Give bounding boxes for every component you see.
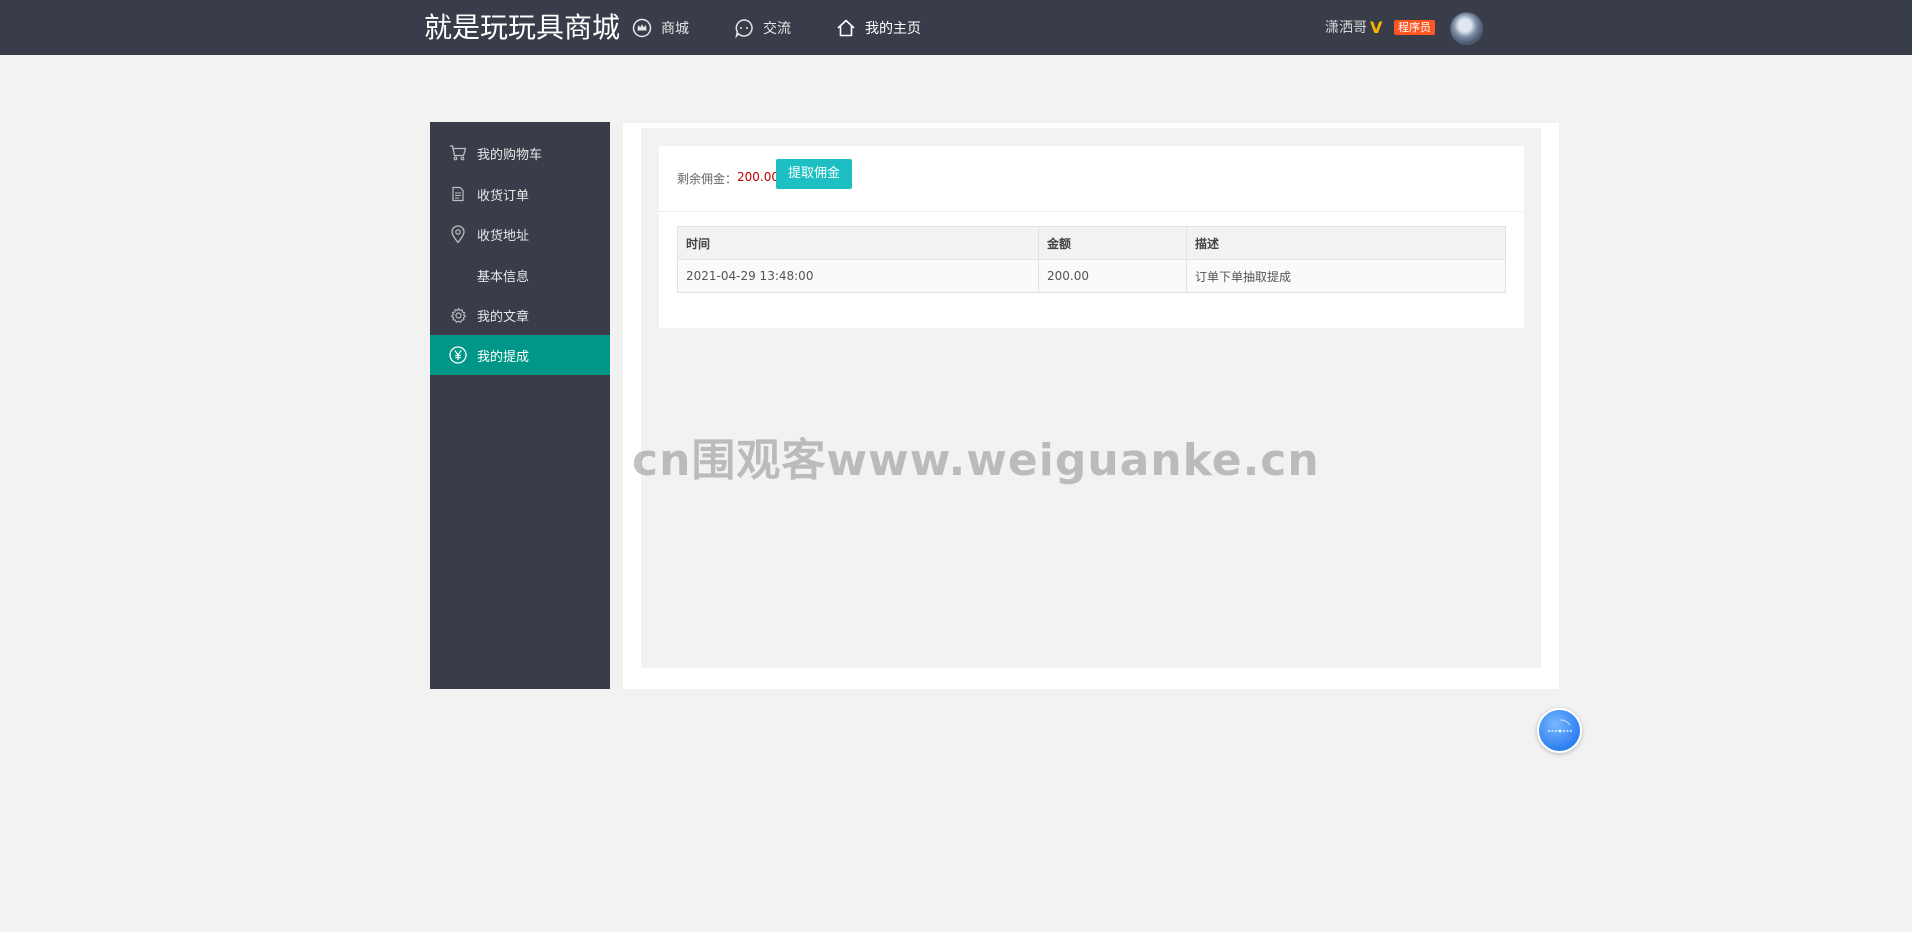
- sidebar-item-label: 我的文章: [477, 309, 530, 325]
- document-icon: [447, 183, 469, 205]
- cell-description: 订单下单抽取提成: [1186, 259, 1506, 293]
- balance-value: 200.00: [737, 170, 779, 184]
- commission-table: 时间 金额 描述 2021-04-29 13:48:00 200.00 订单下单…: [677, 226, 1506, 293]
- balance-label: 剩余佣金：: [677, 172, 738, 186]
- sidebar-item-label: 基本信息: [477, 269, 530, 285]
- gear-icon: [447, 304, 469, 326]
- sidebar-item-orders[interactable]: 收货订单: [430, 174, 610, 214]
- chat-icon: [735, 18, 753, 38]
- crown-icon: [632, 18, 652, 37]
- column-header-time: 时间: [677, 226, 1039, 260]
- nav-home[interactable]: 我的主页: [836, 0, 921, 55]
- commission-card: 剩余佣金： 200.00 提取佣金 时间 金额 描述 2021-04-29 13…: [659, 146, 1524, 328]
- withdraw-button[interactable]: 提取佣金: [776, 159, 853, 189]
- floating-action-button[interactable]: [1537, 708, 1582, 753]
- role-badge: 程序员: [1394, 20, 1435, 35]
- sidebar-item-commission[interactable]: 我的提成: [430, 335, 610, 375]
- nav-chat[interactable]: 交流: [734, 0, 791, 55]
- nav-chat-label: 交流: [763, 20, 791, 37]
- table-row: 2021-04-29 13:48:00 200.00 订单下单抽取提成: [677, 259, 1506, 293]
- yen-icon: [447, 344, 469, 366]
- crosshair-icon: [1547, 718, 1572, 732]
- sidebar-item-articles[interactable]: 我的文章: [430, 295, 610, 335]
- site-logo[interactable]: 就是玩玩具商城: [424, 11, 620, 45]
- cell-time: 2021-04-29 13:48:00: [677, 259, 1039, 293]
- cart-icon: [447, 142, 469, 164]
- sidebar-item-label: 我的提成: [477, 349, 530, 365]
- user-name-text: 潇洒哥: [1325, 20, 1367, 36]
- column-header-description: 描述: [1186, 226, 1506, 260]
- top-header: 就是玩玩具商城 商城 交流 我的主页 潇洒哥 V 程序员: [0, 0, 1912, 55]
- sidebar: 我的购物车 收货订单 收货地址 基本信息 我的文章 我的提成: [430, 122, 610, 689]
- table-header-row: 时间 金额 描述: [677, 226, 1506, 260]
- main-panel: 剩余佣金： 200.00 提取佣金 时间 金额 描述 2021-04-29 13…: [623, 123, 1559, 689]
- vip-icon: V: [1370, 17, 1383, 37]
- commission-summary: 剩余佣金： 200.00 提取佣金: [659, 146, 1524, 212]
- cell-amount: 200.00: [1038, 259, 1187, 293]
- location-pin-icon: [447, 223, 469, 245]
- sidebar-item-profile[interactable]: 基本信息: [430, 255, 610, 295]
- sidebar-item-cart[interactable]: 我的购物车: [430, 133, 610, 173]
- home-icon: [837, 19, 855, 36]
- nav-shop-label: 商城: [661, 20, 689, 37]
- user-name[interactable]: 潇洒哥 V: [1325, 17, 1382, 37]
- avatar[interactable]: [1450, 12, 1483, 45]
- sidebar-item-address[interactable]: 收货地址: [430, 214, 610, 254]
- nav-home-label: 我的主页: [865, 20, 921, 37]
- sidebar-item-label: 收货地址: [477, 228, 530, 244]
- blank-icon: [447, 264, 469, 286]
- nav-shop[interactable]: 商城: [632, 0, 689, 55]
- column-header-amount: 金额: [1038, 226, 1187, 260]
- sidebar-item-label: 收货订单: [477, 188, 530, 204]
- content-area: 剩余佣金： 200.00 提取佣金 时间 金额 描述 2021-04-29 13…: [641, 128, 1541, 668]
- sidebar-item-label: 我的购物车: [477, 147, 543, 163]
- watermark: cn围观客www.weiguanke.cn: [632, 435, 1320, 486]
